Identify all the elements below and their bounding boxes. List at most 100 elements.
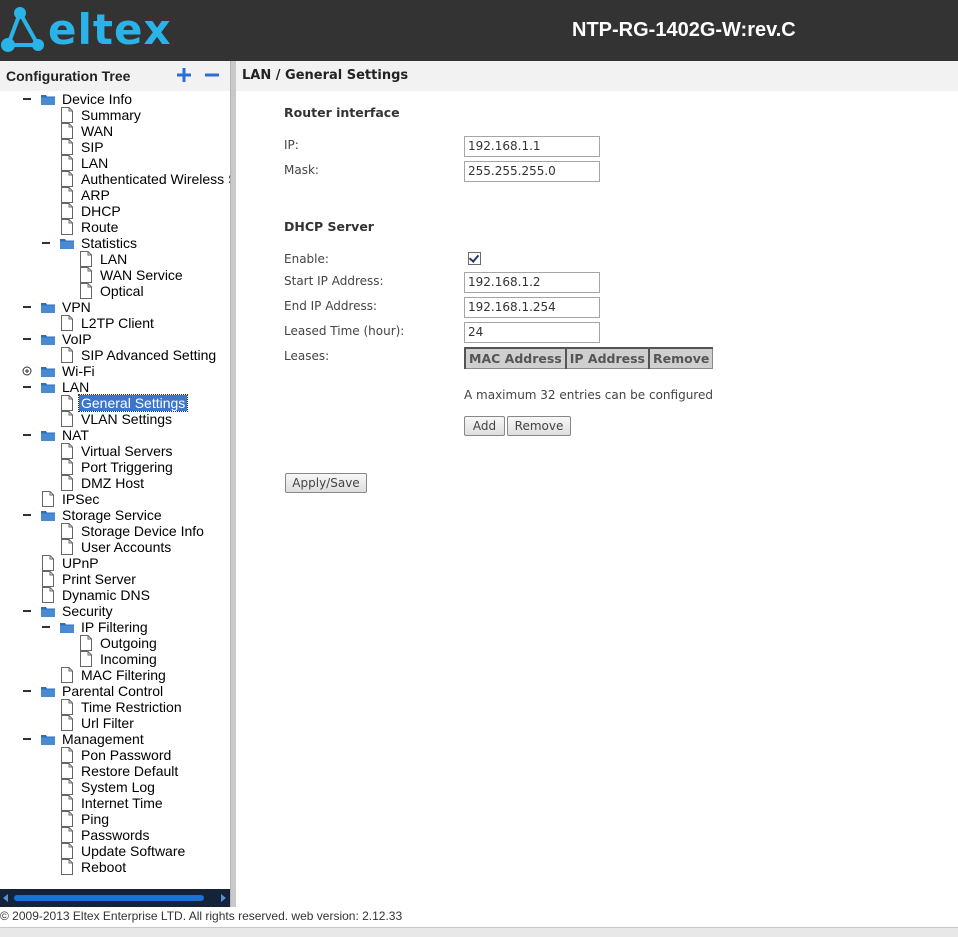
collapse-icon[interactable] <box>22 507 34 523</box>
collapse-icon[interactable] <box>22 427 34 443</box>
tree-item-label: Optical <box>100 283 144 299</box>
page-title: LAN / General Settings <box>242 68 409 83</box>
document-icon <box>42 571 54 587</box>
tree-item-label: Print Server <box>62 571 136 587</box>
tree-item-label: Wi-Fi <box>62 363 95 379</box>
tree-item-label: Statistics <box>81 235 138 251</box>
collapse-icon[interactable] <box>22 731 34 747</box>
collapse-icon[interactable] <box>22 299 34 315</box>
tree-item-label: LAN <box>81 155 109 171</box>
document-icon <box>80 283 92 299</box>
tree-item-label: Url Filter <box>81 715 134 731</box>
document-icon <box>61 315 73 331</box>
tree-item-label: System Log <box>81 779 155 795</box>
horizontal-scrollbar[interactable] <box>0 889 230 907</box>
minus-icon[interactable] <box>204 67 220 83</box>
document-icon <box>61 523 73 539</box>
scrollbar-thumb[interactable] <box>14 895 204 901</box>
max-entries-note: A maximum 32 entries can be configured <box>464 388 713 402</box>
tree-item-label: General Settings <box>77 394 189 412</box>
document-icon <box>80 267 92 283</box>
tree-item-label: Parental Control <box>62 683 164 699</box>
collapse-icon[interactable] <box>41 235 53 251</box>
tree-item-label: Route <box>81 219 119 235</box>
mask-field[interactable]: 255.255.255.0 <box>464 161 600 182</box>
folder-icon <box>41 735 55 745</box>
collapse-icon[interactable] <box>41 619 53 635</box>
tree-item-label: L2TP Client <box>81 315 154 331</box>
document-icon <box>61 347 73 363</box>
eltex-logo: eltex <box>0 5 200 55</box>
tree-item-label: Passwords <box>81 827 150 843</box>
document-icon <box>80 651 92 667</box>
tree-item-label: LAN <box>62 379 90 395</box>
configuration-tree-panel: Configuration Tree Device Info Summary WAN… <box>0 61 230 907</box>
router-interface-heading: Router interface <box>284 105 400 120</box>
collapse-icon[interactable] <box>22 683 34 699</box>
document-icon <box>61 171 73 187</box>
document-icon <box>61 539 73 555</box>
apply-save-button[interactable]: Apply/Save <box>285 473 367 493</box>
tree-item-label: MAC Filtering <box>81 667 166 683</box>
document-icon <box>42 587 54 603</box>
remove-column: Remove <box>648 347 714 369</box>
tree-item-label: Dynamic DNS <box>62 587 150 603</box>
tree-item-label: IP Filtering <box>81 619 148 635</box>
folder-icon <box>60 239 74 249</box>
dhcp-enable-checkbox[interactable] <box>468 252 481 265</box>
tree-header: Configuration Tree <box>0 61 230 91</box>
remove-button[interactable]: Remove <box>507 416 571 436</box>
tree-item-label: Storage Device Info <box>81 523 204 539</box>
scroll-right-arrow-icon[interactable] <box>221 894 226 902</box>
tree-item-label: Restore Default <box>81 763 179 779</box>
dhcp-server-heading: DHCP Server <box>284 219 374 234</box>
tree-item-label: UPnP <box>62 555 99 571</box>
brand-name: eltex <box>48 5 172 54</box>
expand-icon[interactable] <box>22 363 34 379</box>
document-icon <box>80 635 92 651</box>
end-ip-field[interactable]: 192.168.1.254 <box>464 297 600 318</box>
leased-time-label: Leased Time (hour): <box>284 324 405 338</box>
scroll-left-arrow-icon[interactable] <box>3 894 8 902</box>
collapse-icon[interactable] <box>22 379 34 395</box>
tree-item-label: DMZ Host <box>81 475 144 491</box>
document-icon <box>61 779 73 795</box>
tree-item-label: Port Triggering <box>81 459 173 475</box>
folder-icon <box>41 95 55 105</box>
tree-item-label: Update Software <box>81 843 186 859</box>
folder-icon <box>41 303 55 313</box>
tree-item-label: WAN Service <box>100 267 183 283</box>
ip-address-column: IP Address <box>564 347 650 369</box>
start-ip-field[interactable]: 192.168.1.2 <box>464 272 600 293</box>
tree-item-label: Management <box>62 731 144 747</box>
plus-icon[interactable] <box>176 67 192 83</box>
tree-item-label: WAN <box>81 123 114 139</box>
tree-item-label: Security <box>62 603 113 619</box>
folder-icon <box>60 623 74 633</box>
tree-item-label: Ping <box>81 811 110 827</box>
tree-item-label: Time Restriction <box>81 699 182 715</box>
document-icon <box>61 443 73 459</box>
tree-item-label: Device Info <box>62 91 133 107</box>
content-header: LAN / General Settings <box>236 61 958 91</box>
end-ip-label: End IP Address: <box>284 299 378 313</box>
tree-item-label: Storage Service <box>62 507 162 523</box>
start-ip-label: Start IP Address: <box>284 274 384 288</box>
collapse-icon[interactable] <box>22 603 34 619</box>
leases-table-header: MAC Address IP Address Remove <box>464 347 714 369</box>
collapse-icon[interactable] <box>22 91 34 107</box>
copyright-text: © 2009-2013 Eltex Enterprise LTD. All ri… <box>0 909 403 923</box>
add-button[interactable]: Add <box>464 416 505 436</box>
document-icon <box>61 395 73 411</box>
tree-item-label: LAN <box>100 251 128 267</box>
document-icon <box>61 459 73 475</box>
document-icon <box>61 667 73 683</box>
content-panel: LAN / General Settings Router interface … <box>236 61 958 907</box>
document-icon <box>61 827 73 843</box>
ip-field[interactable]: 192.168.1.1 <box>464 136 600 157</box>
collapse-icon[interactable] <box>22 331 34 347</box>
leased-time-field[interactable]: 24 <box>464 322 600 343</box>
document-icon <box>61 187 73 203</box>
document-icon <box>61 843 73 859</box>
document-icon <box>61 107 73 123</box>
